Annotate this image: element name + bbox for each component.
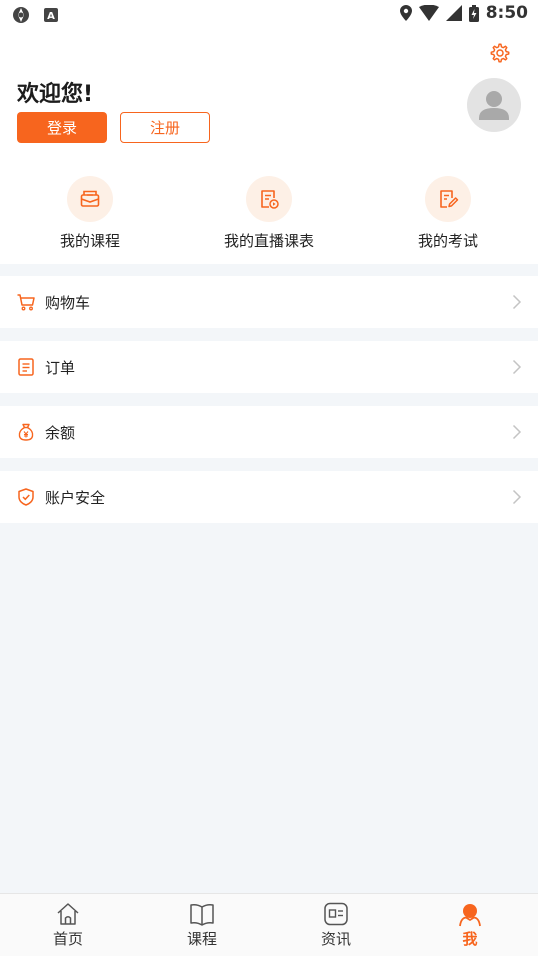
menu-item-label: 账户安全	[45, 488, 106, 507]
course-envelope-icon	[80, 190, 100, 207]
welcome-title: 欢迎您!	[17, 82, 94, 107]
chevron-right-icon	[512, 489, 522, 505]
quick-link-label: 我的考试	[417, 232, 478, 250]
person-icon	[459, 904, 481, 927]
default-avatar-icon	[479, 91, 509, 120]
svg-text:A: A	[47, 11, 55, 22]
menu-item-label: 订单	[45, 358, 76, 377]
tab-courses[interactable]: 课程	[157, 900, 247, 949]
notification-a-icon: A	[44, 8, 58, 22]
tab-home[interactable]: 首页	[23, 900, 113, 949]
wifi-icon	[418, 5, 439, 21]
quick-link-live-schedule[interactable]: 我的直播课表	[199, 176, 339, 251]
quick-link-icon-bg	[246, 176, 292, 222]
menu-item-account-security[interactable]: 账户安全	[0, 471, 538, 523]
status-bar: A 8:50	[0, 0, 538, 30]
register-button[interactable]: 注册	[120, 112, 210, 143]
menu-item-label: 购物车	[45, 293, 91, 312]
avatar[interactable]	[467, 78, 521, 132]
exam-edit-icon	[440, 190, 459, 208]
tab-news[interactable]: 资讯	[291, 900, 381, 949]
quick-link-label: 我的直播课表	[223, 232, 314, 250]
tab-label: 资讯	[320, 930, 351, 948]
quick-link-label: 我的课程	[59, 232, 120, 250]
menu-item-balance[interactable]: 余额	[0, 406, 538, 458]
clock-time: 8:50	[485, 3, 528, 23]
book-icon	[190, 904, 214, 926]
login-button[interactable]: 登录	[17, 112, 107, 143]
signal-icon	[445, 5, 462, 21]
live-schedule-icon	[261, 190, 279, 209]
chevron-right-icon	[512, 294, 522, 310]
tab-label: 课程	[186, 930, 217, 948]
battery-icon	[468, 4, 479, 22]
bottom-tab-bar: 首页 课程 资讯 我	[0, 893, 538, 956]
settings-gear-icon[interactable]	[489, 42, 511, 64]
tab-me[interactable]: 我	[425, 900, 515, 949]
quick-link-icon-bg	[67, 176, 113, 222]
chevron-right-icon	[512, 359, 522, 375]
cart-icon	[17, 294, 35, 311]
menu-item-orders[interactable]: 订单	[0, 341, 538, 393]
chevron-right-icon	[512, 424, 522, 440]
money-bag-icon	[18, 423, 34, 441]
sync-icon	[13, 7, 29, 23]
news-icon	[324, 902, 348, 926]
order-icon	[18, 358, 34, 376]
quick-link-my-exams[interactable]: 我的考试	[378, 176, 518, 251]
tab-label: 首页	[52, 930, 83, 948]
home-icon	[57, 903, 79, 925]
menu-item-label: 余额	[45, 423, 76, 442]
location-icon	[399, 5, 412, 21]
tab-label: 我	[462, 930, 478, 948]
quick-link-icon-bg	[425, 176, 471, 222]
menu-item-cart[interactable]: 购物车	[0, 276, 538, 328]
shield-icon	[18, 488, 34, 506]
quick-link-my-courses[interactable]: 我的课程	[20, 176, 160, 251]
